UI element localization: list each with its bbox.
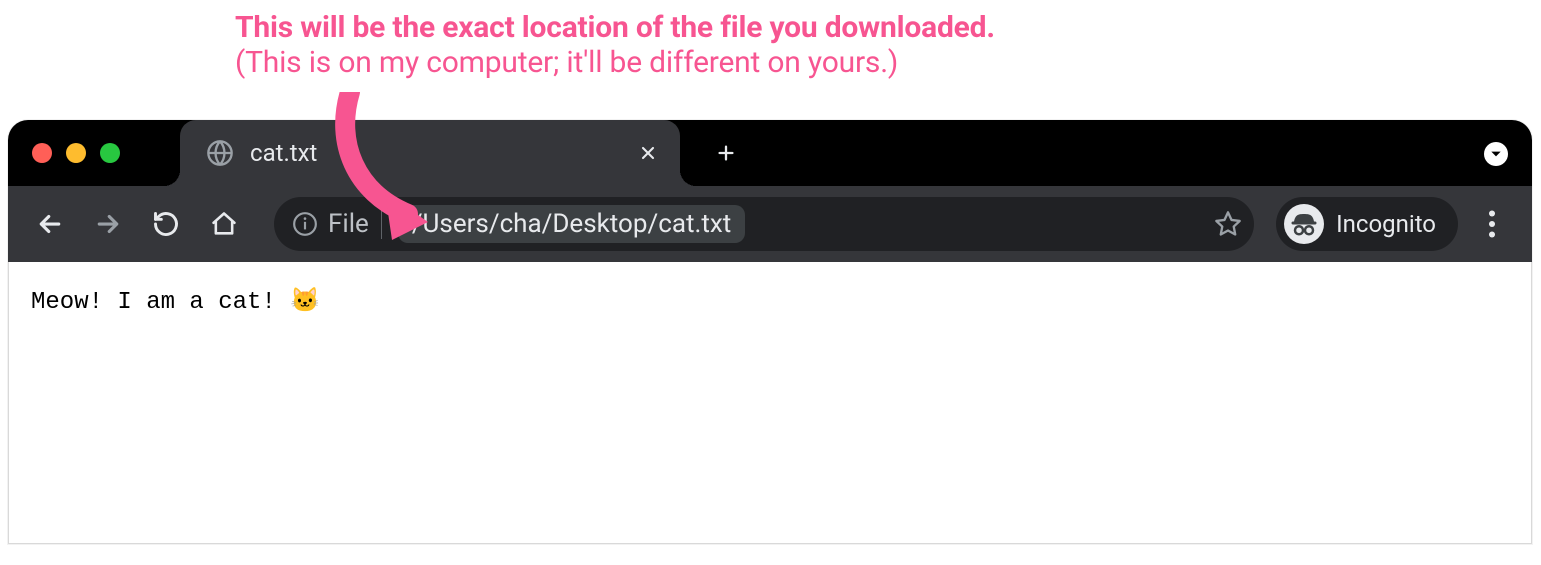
- browser-toolbar: File /Users/cha/Desktop/cat.txt Incognit: [8, 186, 1532, 262]
- globe-icon: [206, 139, 234, 167]
- annotation-line-1: This will be the exact location of the f…: [235, 10, 995, 45]
- tab-strip: cat.txt: [8, 120, 1532, 186]
- annotation-arrow: [330, 92, 450, 242]
- browser-menu-button[interactable]: [1468, 200, 1516, 248]
- page-content: Meow! I am a cat! 🐱: [8, 262, 1532, 544]
- incognito-label: Incognito: [1336, 210, 1436, 238]
- back-button[interactable]: [24, 198, 76, 250]
- tab-close-button[interactable]: [634, 139, 662, 167]
- forward-button[interactable]: [82, 198, 134, 250]
- incognito-icon: [1284, 204, 1324, 244]
- browser-window: cat.txt: [8, 120, 1532, 544]
- window-zoom-button[interactable]: [100, 143, 120, 163]
- annotation-callout: This will be the exact location of the f…: [235, 10, 995, 80]
- window-minimize-button[interactable]: [66, 143, 86, 163]
- window-controls: [32, 143, 120, 163]
- site-info-icon[interactable]: [292, 211, 318, 237]
- annotation-line-2: (This is on my computer; it'll be differ…: [235, 45, 995, 80]
- bookmark-star-icon[interactable]: [1214, 210, 1242, 238]
- home-button[interactable]: [198, 198, 250, 250]
- window-close-button[interactable]: [32, 143, 52, 163]
- new-tab-button[interactable]: [708, 135, 744, 171]
- incognito-indicator[interactable]: Incognito: [1276, 197, 1458, 251]
- window-dropdown-button[interactable]: [1484, 142, 1508, 166]
- reload-button[interactable]: [140, 198, 192, 250]
